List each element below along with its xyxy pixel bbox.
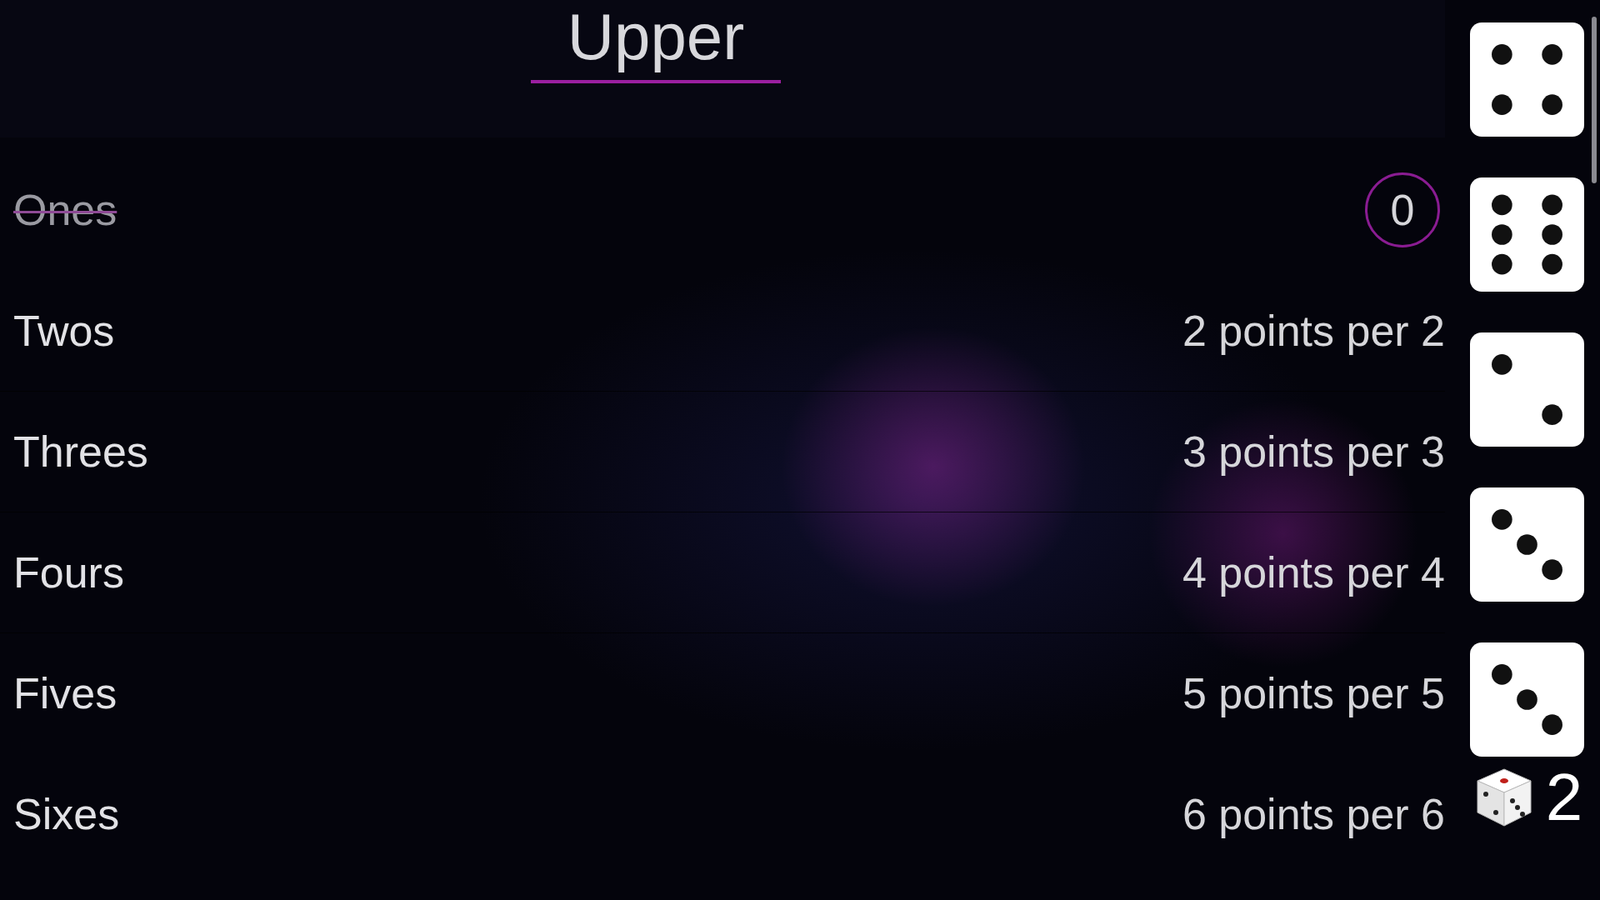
die-face-6-icon [1470, 177, 1585, 292]
die[interactable] [1470, 22, 1585, 137]
die[interactable] [1470, 487, 1585, 602]
category-hint: 4 points per 4 [1182, 547, 1445, 598]
die-face-2-icon [1470, 332, 1585, 447]
die[interactable] [1470, 177, 1585, 292]
game-screen: Upper Ones 0 Twos 2 points per 2 Threes 3 poin… [0, 0, 1600, 900]
die[interactable] [1470, 642, 1585, 757]
die-face-3-icon [1470, 642, 1585, 757]
category-name: Fours [13, 547, 125, 598]
roll-die-icon [1470, 764, 1538, 831]
category-hint: 6 points per 6 [1182, 789, 1445, 840]
category-row[interactable]: Twos 2 points per 2 [0, 270, 1445, 392]
category-row[interactable]: Fives 5 points per 5 [0, 633, 1445, 755]
scrollbar[interactable] [1591, 16, 1597, 184]
category-name: Ones [13, 185, 117, 235]
category-list: Ones 0 Twos 2 points per 2 Threes 3 points pe… [0, 137, 1445, 875]
die-face-3-icon [1470, 487, 1585, 602]
die-face-4-icon [1470, 22, 1585, 137]
roll-button[interactable]: 2 [1470, 764, 1584, 831]
category-name: Sixes [13, 789, 120, 840]
category-row[interactable]: Sixes 6 points per 6 [0, 754, 1445, 875]
category-hint: 2 points per 2 [1182, 305, 1445, 356]
category-row: Ones 0 [0, 150, 1445, 271]
section-header: Upper [0, 0, 1445, 138]
category-score: 0 [1365, 172, 1440, 248]
category-row[interactable]: Fours 4 points per 4 [0, 512, 1445, 634]
category-name: Threes [13, 426, 149, 477]
category-name: Fives [13, 668, 117, 719]
die[interactable] [1470, 332, 1585, 447]
score-panel: Upper Ones 0 Twos 2 points per 2 Threes 3 poin… [0, 0, 1459, 900]
category-hint: 5 points per 5 [1182, 668, 1445, 719]
category-hint: 3 points per 3 [1182, 426, 1445, 477]
category-name: Twos [13, 305, 115, 356]
section-title: Upper [530, 0, 781, 84]
dice-column: 2 [1458, 0, 1600, 900]
category-row[interactable]: Threes 3 points per 3 [0, 391, 1445, 513]
rolls-left: 2 [1545, 764, 1584, 831]
